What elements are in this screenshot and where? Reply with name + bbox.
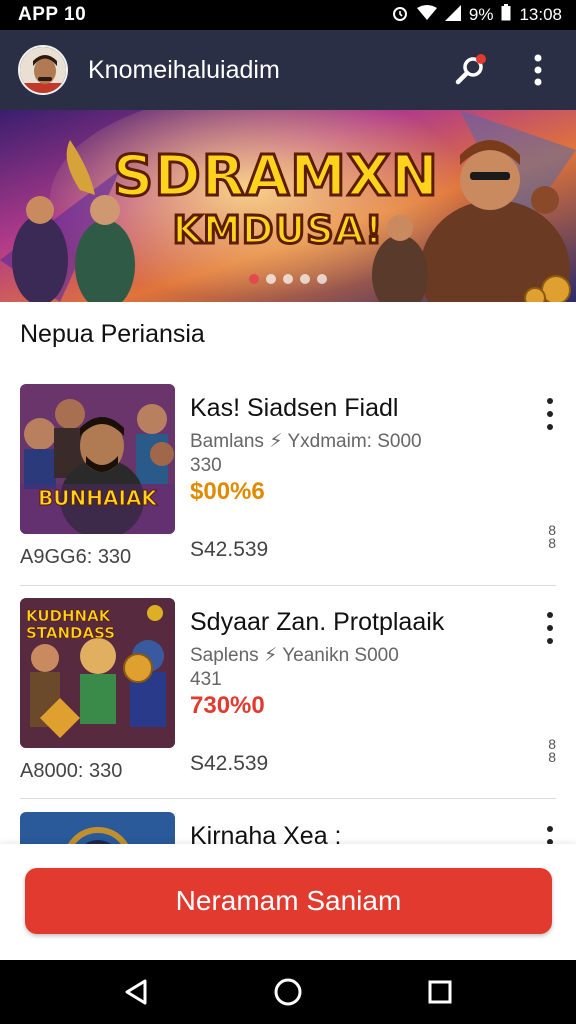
more-vert-icon[interactable] <box>516 48 560 92</box>
list-item[interactable]: KUDHNAK STANDASS Sdyaar Zan. Protplaaik … <box>0 598 576 812</box>
item-meta-right: S42.539 <box>190 538 269 561</box>
section-title: Nepua Periansia <box>20 320 205 348</box>
item-subtitle-line: 431 <box>190 669 222 690</box>
system-nav-bar <box>0 960 576 1024</box>
home-icon[interactable] <box>266 970 310 1014</box>
item-subtitle-line: 330 <box>190 455 222 476</box>
item-thumbnail[interactable]: BUNHAIAK <box>20 384 175 534</box>
item-meta-left: A8000: 330 <box>20 760 123 782</box>
item-title[interactable]: Sdyaar Zan. Protplaaik <box>190 608 444 637</box>
item-thumbnail-label: KUDHNAK STANDASS <box>26 607 116 642</box>
avatar[interactable] <box>18 45 68 95</box>
app-title: Knomeihaluiadim <box>88 55 280 84</box>
item-more-icon[interactable] <box>540 394 560 434</box>
item-meta-left: A9GG6: 330 <box>20 546 132 568</box>
wifi-icon <box>416 4 437 26</box>
item-title[interactable]: Kas! Siadsen Fiadl <box>190 394 398 423</box>
banner-dot[interactable] <box>317 274 327 284</box>
item-more-icon[interactable] <box>540 608 560 648</box>
banner-pagination[interactable] <box>0 274 576 284</box>
cta-area: Neramam Saniam <box>0 844 576 960</box>
item-subtitle-line: Bamlans ⚡ Yxdmaim: S000 <box>190 431 422 452</box>
back-icon[interactable] <box>114 970 158 1014</box>
item-meta-right: S42.539 <box>190 752 269 775</box>
item-subtitle-line: Saplens ⚡ Yeanikn S000 <box>190 645 399 666</box>
battery-level: 9% <box>468 5 494 24</box>
app-bar: Knomeihaluiadim <box>0 30 576 110</box>
item-thumbnail-label: BUNHAIAK <box>38 486 158 511</box>
divider <box>20 798 556 799</box>
banner-dot[interactable] <box>266 274 276 284</box>
banner-dot[interactable] <box>300 274 310 284</box>
primary-action-button[interactable]: Neramam Saniam <box>25 868 552 934</box>
status-bar: APP 10 9% 13:08 <box>0 0 576 30</box>
item-thumbnail[interactable]: KUDHNAK STANDASS <box>20 598 175 748</box>
banner-dot[interactable] <box>283 274 293 284</box>
signal-icon <box>444 4 461 26</box>
recents-icon[interactable] <box>418 970 462 1014</box>
search-notification-icon[interactable] <box>450 48 494 92</box>
alarm-icon <box>391 4 409 27</box>
battery-icon <box>501 4 511 26</box>
banner-title-line1: SDRAMXN <box>111 143 440 211</box>
status-right: 9% 13:08 <box>391 4 562 27</box>
item-side-code: 88 <box>548 736 556 765</box>
banner-dot[interactable] <box>249 274 259 284</box>
status-app-label: APP 10 <box>18 4 87 25</box>
banner-title-line2: KMDUSA! <box>171 207 384 254</box>
status-time: 13:08 <box>519 5 562 24</box>
list-item[interactable]: BUNHAIAK Kas! Siadsen Fiadl Bamlans ⚡ Yx… <box>0 384 576 598</box>
item-subtitle: Saplens ⚡ Yeanikn S000 431 <box>190 644 490 692</box>
item-side-code: 88 <box>548 522 556 551</box>
item-subtitle: Bamlans ⚡ Yxdmaim: S000 330 <box>190 430 490 478</box>
divider <box>20 585 556 586</box>
item-price: $00%6 <box>190 478 265 505</box>
item-price: 730%0 <box>190 692 265 719</box>
